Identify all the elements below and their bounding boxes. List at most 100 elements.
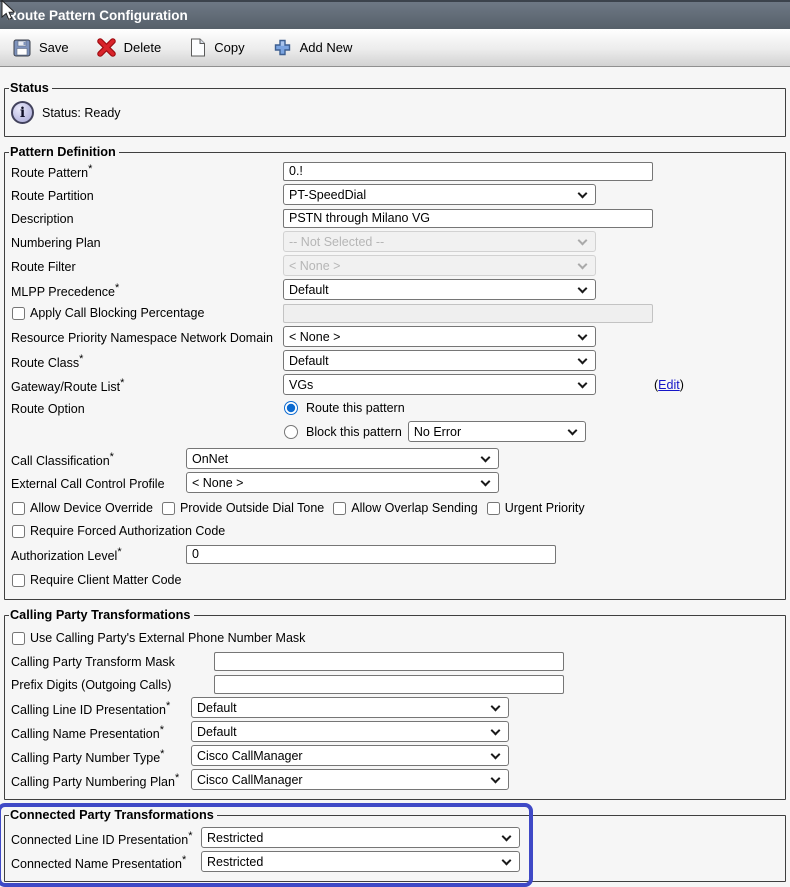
allow-overlap-sending-label: Allow Overlap Sending xyxy=(351,501,477,515)
mlpp-precedence-select[interactable]: Default xyxy=(283,279,596,300)
call-classification-row: Call Classification* OnNet xyxy=(11,448,779,469)
add-new-label: Add New xyxy=(300,40,353,55)
pattern-definition-legend: Pattern Definition xyxy=(9,145,119,159)
add-icon xyxy=(273,38,292,57)
resource-priority-row: Resource Priority Namespace Network Doma… xyxy=(11,326,779,347)
status-section: Status i Status: Ready xyxy=(4,81,786,137)
gateway-route-list-select[interactable]: VGs xyxy=(283,374,596,395)
info-icon: i xyxy=(11,101,34,124)
prefix-digits-input[interactable] xyxy=(214,675,564,694)
route-filter-label: Route Filter xyxy=(11,258,283,274)
apply-call-blocking-checkbox[interactable] xyxy=(12,307,25,320)
urgent-priority-checkbox[interactable] xyxy=(487,502,500,515)
authorization-level-input[interactable] xyxy=(186,545,556,564)
use-external-mask-checkbox[interactable] xyxy=(12,632,25,645)
numbering-plan-label: Numbering Plan xyxy=(11,234,283,250)
route-pattern-row: Route Pattern* xyxy=(11,161,779,181)
route-option-label: Route Option xyxy=(11,400,283,416)
calling-party-numbering-plan-select[interactable]: Cisco CallManager xyxy=(191,769,509,790)
connected-party-legend: Connected Party Transformations xyxy=(9,808,217,822)
use-external-mask-label: Use Calling Party's External Phone Numbe… xyxy=(30,631,305,645)
delete-button[interactable]: Delete xyxy=(97,38,162,57)
mlpp-precedence-label: MLPP Precedence* xyxy=(11,280,283,299)
page-title: Route Pattern Configuration xyxy=(7,8,188,23)
require-forced-auth-row: Require Forced Authorization Code xyxy=(11,521,779,541)
route-partition-select[interactable]: PT-SpeedDial xyxy=(283,184,596,205)
prefix-digits-row: Prefix Digits (Outgoing Calls) xyxy=(11,674,779,694)
require-forced-auth-checkbox[interactable] xyxy=(12,525,25,538)
resource-priority-select[interactable]: < None > xyxy=(283,326,596,347)
calling-line-id-label: Calling Line ID Presentation* xyxy=(11,698,191,717)
toolbar: Save Delete Copy Add New xyxy=(0,29,790,67)
save-button[interactable]: Save xyxy=(13,39,69,57)
calling-party-number-type-select[interactable]: Cisco CallManager xyxy=(191,745,509,766)
transform-mask-label: Calling Party Transform Mask xyxy=(11,653,214,669)
gateway-route-list-row: Gateway/Route List* VGs (Edit) xyxy=(11,374,779,395)
gateway-route-list-label: Gateway/Route List* xyxy=(11,375,283,394)
status-legend: Status xyxy=(9,81,52,95)
block-this-pattern-radio[interactable] xyxy=(284,425,298,439)
transform-mask-input[interactable] xyxy=(214,652,564,671)
connected-line-id-select[interactable]: Restricted xyxy=(201,827,520,848)
apply-call-blocking-label: Apply Call Blocking Percentage xyxy=(30,306,204,320)
description-input[interactable] xyxy=(283,209,653,228)
connected-name-presentation-select[interactable]: Restricted xyxy=(201,851,520,872)
block-reason-select[interactable]: No Error xyxy=(408,421,586,442)
route-this-pattern-label: Route this pattern xyxy=(306,401,405,415)
block-this-pattern-label: Block this pattern xyxy=(306,425,402,439)
edit-link[interactable]: Edit xyxy=(658,378,680,392)
calling-name-presentation-label: Calling Name Presentation* xyxy=(11,722,191,741)
calling-name-presentation-select[interactable]: Default xyxy=(191,721,509,742)
authorization-level-row: Authorization Level* xyxy=(11,544,779,564)
connected-line-id-row: Connected Line ID Presentation* Restrict… xyxy=(11,827,779,848)
calling-party-numbering-plan-row: Calling Party Numbering Plan* Cisco Call… xyxy=(11,769,779,790)
call-classification-label: Call Classification* xyxy=(11,449,186,468)
route-partition-row: Route Partition PT-SpeedDial xyxy=(11,184,779,205)
connected-name-presentation-label: Connected Name Presentation* xyxy=(11,852,201,871)
calling-line-id-select[interactable]: Default xyxy=(191,697,509,718)
route-class-select[interactable]: Default xyxy=(283,350,596,371)
copy-button[interactable]: Copy xyxy=(189,38,244,57)
apply-call-blocking-row: Apply Call Blocking Percentage xyxy=(11,303,779,323)
override-checkboxes-row: Allow Device Override Provide Outside Di… xyxy=(11,498,779,518)
route-filter-select: < None > xyxy=(283,255,596,276)
description-label: Description xyxy=(11,210,283,226)
calling-party-section: Calling Party Transformations Use Callin… xyxy=(4,608,786,800)
calling-name-presentation-row: Calling Name Presentation* Default xyxy=(11,721,779,742)
route-class-label: Route Class* xyxy=(11,351,283,370)
authorization-level-label: Authorization Level* xyxy=(11,544,186,563)
delete-label: Delete xyxy=(124,40,162,55)
route-filter-row: Route Filter < None > xyxy=(11,255,779,276)
require-forced-auth-label: Require Forced Authorization Code xyxy=(30,524,225,538)
mlpp-precedence-row: MLPP Precedence* Default xyxy=(11,279,779,300)
urgent-priority-label: Urgent Priority xyxy=(505,501,585,515)
route-pattern-label: Route Pattern* xyxy=(11,161,283,180)
page-title-bar: Route Pattern Configuration xyxy=(0,0,790,29)
add-new-button[interactable]: Add New xyxy=(273,38,353,57)
numbering-plan-select: -- Not Selected -- xyxy=(283,231,596,252)
external-call-control-select[interactable]: < None > xyxy=(186,472,499,493)
pattern-definition-section: Pattern Definition Route Pattern* Route … xyxy=(4,145,786,600)
route-pattern-input[interactable] xyxy=(283,162,653,181)
copy-label: Copy xyxy=(214,40,244,55)
calling-party-legend: Calling Party Transformations xyxy=(9,608,194,622)
use-external-mask-row: Use Calling Party's External Phone Numbe… xyxy=(11,628,779,648)
route-option-row: Route Option Route this pattern Block th… xyxy=(11,400,779,442)
provide-outside-dial-tone-checkbox[interactable] xyxy=(162,502,175,515)
transform-mask-row: Calling Party Transform Mask xyxy=(11,651,779,671)
save-label: Save xyxy=(39,40,69,55)
calling-party-numbering-plan-label: Calling Party Numbering Plan* xyxy=(11,770,191,789)
connected-party-highlight-container: Connected Party Transformations Connecte… xyxy=(0,808,790,882)
numbering-plan-row: Numbering Plan -- Not Selected -- xyxy=(11,231,779,252)
route-this-pattern-radio[interactable] xyxy=(284,401,298,415)
connected-line-id-label: Connected Line ID Presentation* xyxy=(11,828,201,847)
calling-line-id-row: Calling Line ID Presentation* Default xyxy=(11,697,779,718)
route-partition-label: Route Partition xyxy=(11,187,283,203)
require-client-matter-checkbox[interactable] xyxy=(12,574,25,587)
route-class-row: Route Class* Default xyxy=(11,350,779,371)
calling-party-number-type-row: Calling Party Number Type* Cisco CallMan… xyxy=(11,745,779,766)
allow-overlap-sending-checkbox[interactable] xyxy=(333,502,346,515)
resource-priority-label: Resource Priority Namespace Network Doma… xyxy=(11,329,283,345)
allow-device-override-checkbox[interactable] xyxy=(12,502,25,515)
call-classification-select[interactable]: OnNet xyxy=(186,448,499,469)
